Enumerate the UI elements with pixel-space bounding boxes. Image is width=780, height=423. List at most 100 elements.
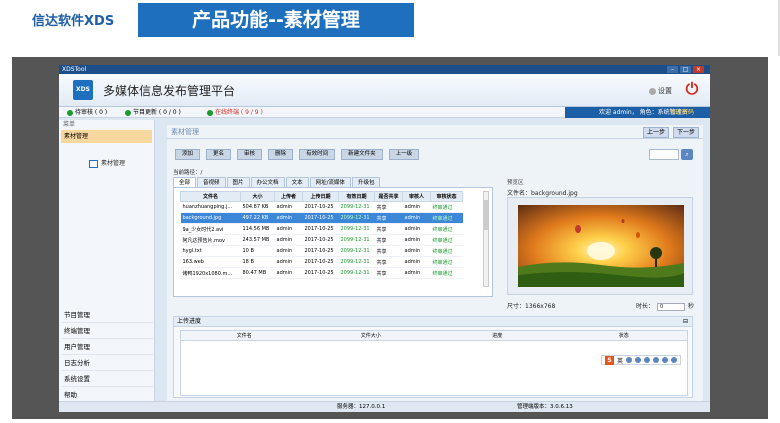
status-pending[interactable]: 待审核 ( 0 ) — [67, 107, 107, 118]
validity-button[interactable]: 有效时间 — [299, 149, 336, 160]
tab-text[interactable]: 文本 — [285, 177, 309, 187]
keyboard-icon[interactable] — [653, 357, 660, 363]
table-cell: 共享 — [374, 234, 403, 246]
table-row[interactable]: 9a_少女时代2.avi 114.56 MB admin 2017-10-25 2099… — [180, 223, 463, 235]
table-cell: 2099-12-31 — [338, 256, 375, 268]
status-dot-icon — [67, 109, 73, 116]
col-header[interactable]: 进度 — [434, 331, 561, 340]
sidebar-item-settings[interactable]: 系统设置 — [61, 371, 153, 387]
ime-language-label[interactable]: 英 — [617, 356, 623, 365]
col-header[interactable]: 是否共享 — [374, 191, 403, 202]
table-row[interactable]: hygl.txt 10 Badmin 2017-10-25 2099-12-31 共享 a… — [180, 245, 463, 257]
punctuation-icon[interactable] — [626, 357, 633, 363]
table-cell: admin — [402, 201, 431, 213]
delete-button[interactable]: 删除 — [268, 149, 294, 160]
duration-label: 时长： — [636, 303, 655, 310]
rename-button[interactable]: 更名 — [206, 149, 232, 160]
sidebar-subitem-label: 素材管理 — [101, 160, 126, 167]
tab-images[interactable]: 图片 — [226, 177, 250, 187]
pin-icon[interactable]: ⊟ — [683, 317, 688, 327]
col-header[interactable]: 审核状态 — [430, 191, 463, 202]
col-header[interactable]: 状态 — [561, 331, 688, 340]
mic-icon[interactable] — [644, 357, 651, 363]
emoji-icon[interactable] — [635, 357, 642, 363]
status-online[interactable]: 在线终端 ( 9 / 9 ) — [207, 107, 263, 118]
search-input[interactable] — [649, 149, 679, 160]
table-cell: 2017-10-25 — [302, 245, 339, 257]
table-cell: 9a_少女时代2.avi — [180, 223, 241, 235]
prev-step-button[interactable]: 上一步 — [643, 127, 669, 138]
tab-upgrade[interactable]: 升级包 — [351, 177, 381, 187]
tab-office[interactable]: 办公文档 — [250, 177, 285, 187]
table-cell: 烤鸭1920x1080.m... — [180, 267, 241, 279]
table-cell: 共享 — [374, 201, 403, 213]
new-folder-button[interactable]: 新建文件夹 — [341, 149, 383, 160]
table-cell: huanzhuangping.j... — [180, 201, 241, 213]
sidebar-item-terminal[interactable]: 终端管理 — [61, 323, 153, 339]
table-row[interactable]: 阿凡达预告片.mov 243.57 MB admin 2017-10-25 2099-1… — [180, 234, 463, 246]
power-icon[interactable]: ⏻ — [683, 80, 701, 98]
sidebar-item-user[interactable]: 用户管理 — [61, 339, 153, 355]
user-info: 欢迎 admin， 角色：系统管理员 修改密码 — [565, 107, 710, 118]
next-step-button[interactable]: 下一步 — [673, 127, 699, 138]
table-cell: admin — [274, 267, 303, 279]
ime-toolbar[interactable]: S 英 — [601, 355, 682, 365]
preview-filename: 文件名：background.jpg — [507, 190, 578, 197]
col-header[interactable]: 文件名 — [181, 331, 308, 340]
table-row[interactable]: 163.web 18 Badmin 2017-10-25 2099-12-31 共享 ad… — [180, 256, 463, 268]
status-label: 节目更新 ( 0 / 0 ) — [133, 109, 181, 116]
app-title: 多媒体信息发布管理平台 — [103, 84, 236, 98]
sidebar-item-log[interactable]: 日志分析 — [61, 355, 153, 371]
sidebar-item-program[interactable]: 节目管理 — [61, 307, 153, 323]
minimize-button[interactable]: – — [667, 66, 678, 73]
table-row[interactable]: background.jpg 497.22 KB admin 2017-10-25 20… — [180, 212, 463, 224]
table-row[interactable]: huanzhuangping.j... 504.87 KB admin 2017-10… — [180, 201, 463, 213]
table-cell: 终审通过 — [430, 267, 463, 279]
nav-buttons: 上一步 下一步 — [643, 127, 699, 138]
version-info: 管理端版本：3.0.6.13 — [517, 404, 573, 410]
close-button[interactable]: × — [693, 66, 704, 73]
table-row[interactable]: 烤鸭1920x1080.m... 80.47 MB admin 2017-10-25 2… — [180, 267, 463, 279]
col-header[interactable]: 审核人 — [402, 191, 431, 202]
table-cell: 终审通过 — [430, 234, 463, 246]
col-header[interactable]: 上传日期 — [302, 191, 339, 202]
col-header[interactable]: 大小 — [240, 191, 275, 202]
status-dot-icon — [125, 109, 131, 116]
screenshot-frame: XDSTool – □ × XDS 多媒体信息发布管理平台 设置 ⏻ 待审核 (… — [12, 57, 768, 419]
scroll-thumb[interactable] — [484, 200, 488, 230]
settings-button[interactable]: 设置 — [649, 86, 672, 96]
table-cell: 114.56 MB — [240, 223, 275, 235]
app-header: XDS 多媒体信息发布管理平台 设置 ⏻ — [59, 74, 710, 107]
col-header[interactable]: 有效日期 — [338, 191, 375, 202]
col-header[interactable]: 文件名 — [180, 191, 241, 202]
duration-unit: 秒 — [688, 303, 695, 310]
col-header[interactable]: 上传者 — [274, 191, 303, 202]
table-scrollbar[interactable] — [483, 191, 489, 287]
maximize-button[interactable]: □ — [680, 66, 691, 73]
sidebar-menu: 节目管理 终端管理 用户管理 日志分析 系统设置 帮助 — [61, 307, 153, 403]
table-cell: 2099-12-31 — [338, 223, 375, 235]
status-label: 在线终端 ( 9 / 9 ) — [215, 109, 263, 116]
table-cell: 2099-12-31 — [338, 234, 375, 246]
tab-audio-video[interactable]: 音视频 — [197, 177, 226, 187]
skin-icon[interactable] — [662, 357, 669, 363]
change-password-link[interactable]: 修改密码 — [670, 107, 694, 118]
status-program-update[interactable]: 节目更新 ( 0 / 0 ) — [125, 107, 181, 118]
table-cell: admin — [274, 256, 303, 268]
up-level-button[interactable]: 上一级 — [388, 149, 420, 160]
sidebar-subitem-material[interactable]: 素材管理 — [89, 158, 125, 168]
tools-icon[interactable] — [671, 357, 678, 363]
tab-url-stream[interactable]: 网址/流媒体 — [309, 177, 351, 187]
app-window: XDSTool – □ × XDS 多媒体信息发布管理平台 设置 ⏻ 待审核 (… — [59, 65, 710, 412]
search-icon[interactable]: ⌕ — [681, 149, 693, 160]
tab-all[interactable]: 全部 — [173, 177, 197, 187]
col-header[interactable]: 文件大小 — [308, 331, 435, 340]
table-cell: 共享 — [374, 267, 403, 279]
add-button[interactable]: 添加 — [175, 149, 201, 160]
duration-input[interactable]: 0 — [657, 302, 686, 311]
table-cell: admin — [402, 256, 431, 268]
audit-button[interactable]: 审核 — [237, 149, 263, 160]
sidebar-item-material[interactable]: 素材管理 — [61, 130, 152, 143]
footer: 服务器：127.0.0.1 管理端版本：3.0.6.13 — [59, 401, 710, 412]
table-cell: admin — [402, 223, 431, 235]
